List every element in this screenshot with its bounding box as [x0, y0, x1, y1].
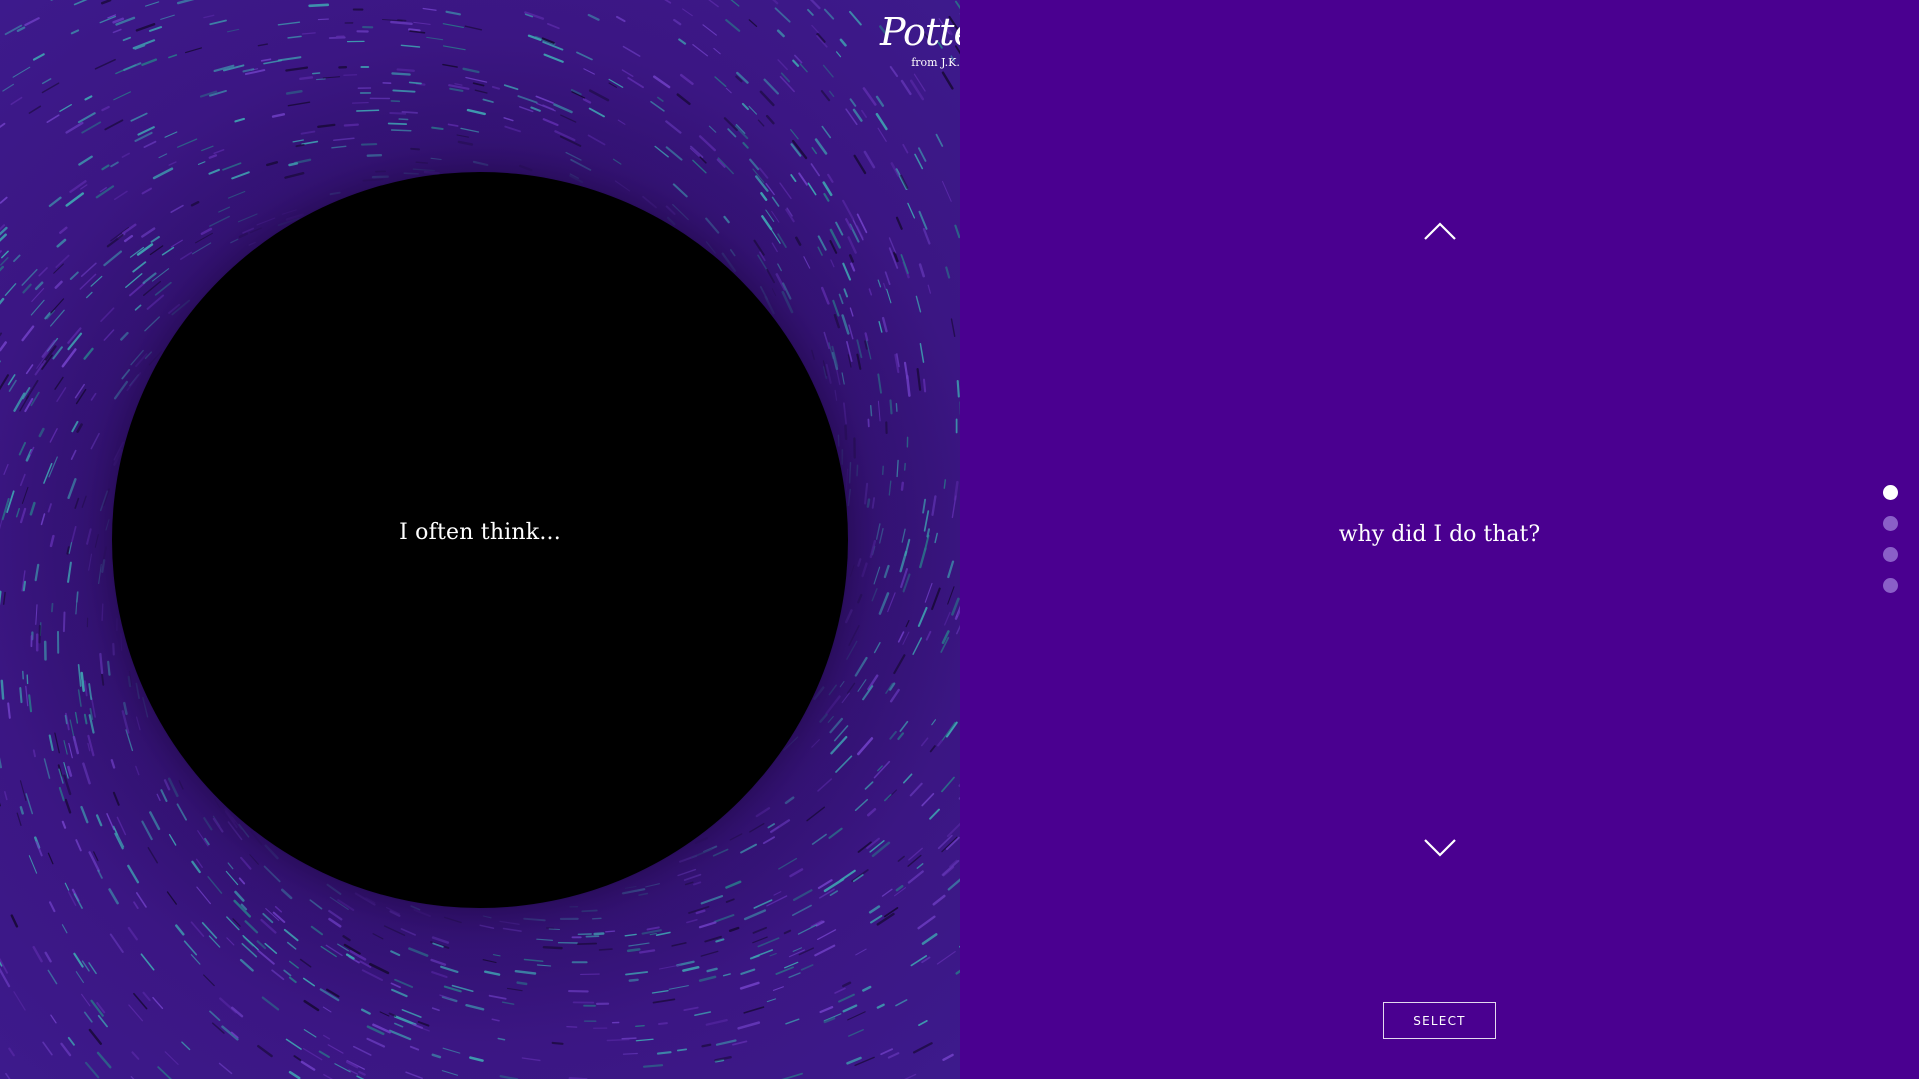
vortex-stroke — [32, 749, 36, 758]
vortex-stroke — [658, 1022, 668, 1026]
vortex-stroke — [0, 679, 5, 700]
vortex-stroke — [900, 481, 905, 491]
vortex-stroke — [316, 78, 326, 81]
vortex-stroke — [396, 68, 415, 72]
vortex-stroke — [387, 122, 408, 125]
select-button[interactable]: SELECT — [1383, 1002, 1496, 1039]
vortex-stroke — [903, 462, 906, 471]
vortex-stroke — [62, 611, 66, 633]
vortex-stroke — [392, 89, 416, 93]
vortex-stroke — [317, 18, 329, 21]
sorting-quiz-page: I often think... Pottermore from J.K. Ro… — [0, 0, 1919, 1079]
vortex-stroke — [19, 806, 24, 815]
vortex-stroke — [621, 1037, 637, 1040]
vortex-stroke — [956, 379, 960, 398]
vortex-stroke — [642, 1064, 664, 1068]
vortex-stroke — [391, 72, 411, 76]
vortex-stroke — [626, 948, 641, 953]
vortex-stroke — [889, 399, 893, 415]
vortex-stroke — [656, 1051, 672, 1055]
vortex-stroke — [308, 3, 330, 8]
question-prompt: I often think... — [399, 520, 561, 545]
vortex-stroke — [516, 981, 528, 986]
vortex-stroke — [389, 111, 407, 115]
vortex-stroke — [356, 109, 380, 112]
vortex-stroke — [628, 978, 639, 982]
pager-dot-2[interactable] — [1883, 516, 1898, 531]
vortex-stroke — [398, 118, 409, 121]
vortex-stroke — [635, 1024, 645, 1028]
pager-dot-4[interactable] — [1883, 578, 1898, 593]
chevron-down-icon[interactable] — [1423, 838, 1457, 860]
vortex-stroke — [408, 81, 422, 85]
vortex-stroke — [598, 948, 613, 951]
question-pager — [1883, 485, 1899, 609]
vortex-stroke — [299, 76, 314, 81]
vortex-stroke — [551, 1041, 564, 1045]
vortex-stroke — [19, 687, 23, 704]
vortex-stroke — [922, 378, 927, 393]
vortex-stroke — [701, 1043, 712, 1048]
vortex-stroke — [943, 479, 947, 489]
vortex-stroke — [328, 36, 346, 40]
vortex-stroke — [22, 580, 27, 592]
answer-panel: why did I do that? SELECT — [960, 0, 1919, 1079]
vortex-illustration-panel: I often think... — [0, 0, 960, 1079]
vortex-stroke — [622, 1052, 638, 1055]
chevron-up-icon[interactable] — [1423, 219, 1457, 241]
vortex-stroke — [566, 1025, 578, 1028]
vortex-stroke — [351, 102, 369, 104]
vortex-stroke — [864, 332, 869, 342]
vortex-stroke — [606, 1038, 630, 1042]
pager-dot-3[interactable] — [1883, 547, 1898, 562]
vortex-stroke — [311, 72, 321, 75]
vortex-stroke — [676, 1048, 688, 1052]
answer-option: why did I do that? — [1338, 522, 1541, 547]
vortex-stroke — [51, 602, 54, 613]
pager-dot-1[interactable] — [1883, 485, 1898, 500]
vortex-stroke — [895, 403, 898, 412]
vortex-stroke — [343, 123, 359, 127]
